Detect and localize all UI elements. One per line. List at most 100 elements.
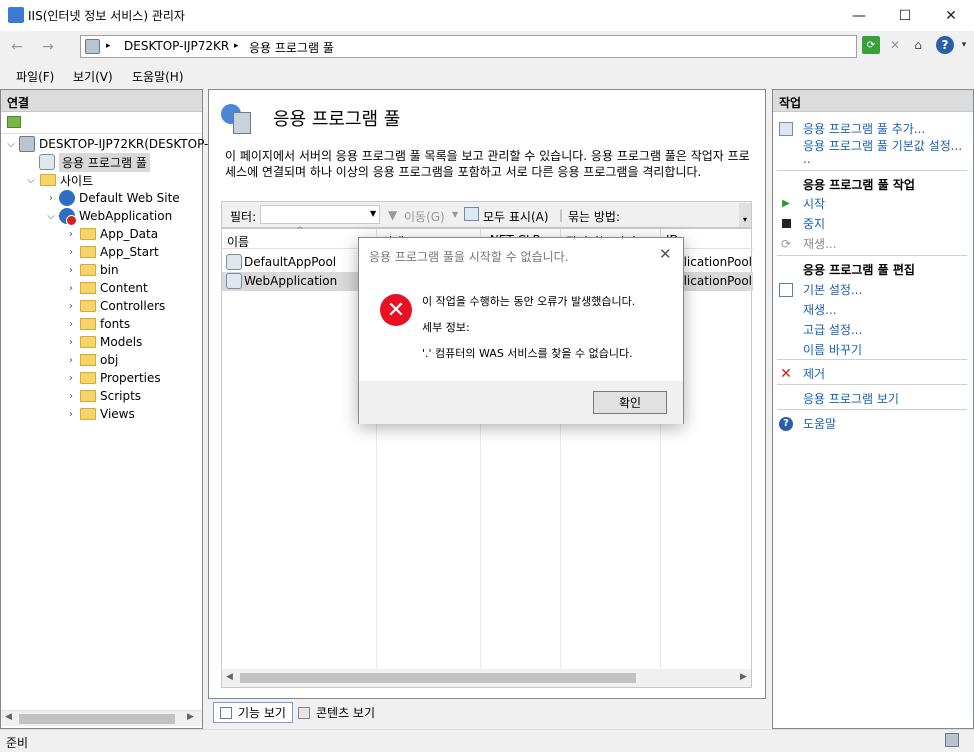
tree-item[interactable]: › App_Start [65,243,159,261]
tree-hscrollbar[interactable]: ◀ ▶ [1,710,202,726]
advanced-settings-action[interactable]: 고급 설정... [803,321,862,338]
globe-error-icon [59,208,77,226]
connect-icon[interactable] [7,116,21,128]
basic-settings-action[interactable]: 기본 설정... [779,281,862,298]
tree-item-label: obj [100,353,119,367]
chevron-down-icon[interactable]: ⌵ [45,211,57,222]
group-by-label[interactable]: 묶는 방법: [568,208,620,225]
forward-button[interactable]: → [37,36,59,58]
close-button[interactable]: ✕ [928,0,974,31]
tree-item-label: 응용 프로그램 풀 [59,152,150,172]
tree-item[interactable]: ⌵ WebApplication [45,207,172,226]
ok-button[interactable]: 확인 [593,391,667,414]
breadcrumb-app-pools[interactable]: 응용 프로그램 풀 [249,39,334,56]
recycle-action[interactable]: ⟳ 재생... [779,235,837,252]
go-button[interactable]: 이동(G) [404,208,445,225]
chevron-right-icon[interactable]: › [45,193,57,204]
toolbar-overflow-icon[interactable]: ▾ [739,203,751,227]
tab-features-label: 기능 보기 [238,706,286,720]
chevron-right-icon[interactable]: › [65,301,77,312]
action-label: 재생... [803,303,837,317]
tree-item[interactable]: 응용 프로그램 풀 [25,152,150,172]
rename-action[interactable]: 이름 바꾸기 [803,341,862,358]
chevron-right-icon[interactable]: › [65,265,77,276]
table-row-selected[interactable]: WebApplication [222,272,377,291]
dialog-close-icon[interactable]: ✕ [659,245,672,263]
scrollbar-thumb[interactable] [240,673,636,683]
tree-item-label: DESKTOP-IJP72KR(DESKTOP- [39,137,209,151]
chevron-down-icon[interactable]: ⌵ [5,139,17,150]
maximize-button[interactable]: ☐ [882,0,928,31]
add-app-pool-action[interactable]: 응용 프로그램 풀 추가... [779,120,925,137]
tree-item[interactable]: › App_Data [65,225,158,243]
chevron-right-icon[interactable]: › [65,355,77,366]
globe-icon [59,190,75,206]
tree-item[interactable]: ⌵ 사이트 [25,171,93,189]
tree-item-label: Content [100,281,148,295]
scroll-left-icon[interactable]: ◀ [5,712,12,722]
stop-icon[interactable]: ✕ [886,36,904,54]
title-bar: IIS(인터넷 정보 서비스) 관리자 — ☐ ✕ [0,0,974,31]
help-icon[interactable]: ? [936,36,954,54]
breadcrumb-server[interactable]: DESKTOP-IJP72KR [124,39,229,53]
scroll-left-icon[interactable]: ◀ [226,672,233,682]
row-identity: ApplicationPool [672,274,752,288]
stop-action[interactable]: 중지 [779,215,825,232]
tree-item[interactable]: › Views [65,405,135,423]
go-dropdown-icon[interactable]: ▼ [452,210,458,219]
chevron-down-icon[interactable]: ▾ [955,36,973,54]
set-defaults-action[interactable]: 응용 프로그램 풀 기본값 설정... [803,137,962,154]
tree-item[interactable]: › Scripts [65,387,141,405]
tree-item-label: bin [100,263,119,277]
scroll-right-icon[interactable]: ▶ [740,672,747,682]
back-button[interactable]: ← [6,36,28,58]
filter-input[interactable]: ▼ [260,205,380,224]
chevron-down-icon[interactable]: ⌵ [25,175,37,186]
tree-item-label: Views [100,407,135,421]
chevron-right-icon[interactable]: › [65,229,77,240]
status-text: 준비 [6,736,29,750]
chevron-right-icon[interactable]: › [65,337,77,348]
refresh-icon[interactable]: ⟳ [862,36,880,54]
chevron-right-icon[interactable]: › [65,283,77,294]
page-description: 이 페이지에서 서버의 응용 프로그램 풀 목록을 보고 관리할 수 있습니다.… [225,149,750,179]
tree-item[interactable]: ⌵ DESKTOP-IJP72KR(DESKTOP- [5,135,208,153]
minimize-button[interactable]: — [836,0,882,31]
chevron-right-icon[interactable]: › [65,391,77,402]
chevron-right-icon[interactable]: › [65,247,77,258]
tree-item[interactable]: › fonts [65,315,130,333]
chevron-right-icon[interactable]: › [65,319,77,330]
menu-help[interactable]: 도움말(H) [132,68,184,85]
scrollbar-thumb[interactable] [19,714,175,724]
remove-action[interactable]: ✕ 제거 [779,365,825,382]
tab-features-view[interactable]: 기능 보기 [213,702,293,723]
connections-panel: 연결 ⌵ DESKTOP-IJP72KR(DESKTOP- 응용 프로그램 풀 ⌵ 사이… [0,89,208,729]
tree-item[interactable]: › Properties [65,369,161,387]
breadcrumb[interactable]: ▸ DESKTOP-IJP72KR ▸ 응용 프로그램 풀 [80,35,857,58]
filter-label: 필터: [230,210,257,224]
menu-file[interactable]: 파일(F) [16,68,54,85]
tab-content-view[interactable]: 콘텐츠 보기 [292,702,381,723]
scroll-right-icon[interactable]: ▶ [187,712,194,722]
tree-item-label: App_Start [100,245,159,259]
chevron-right-icon[interactable]: › [65,373,77,384]
help-action[interactable]: ? 도움말 [779,415,836,432]
start-action[interactable]: ▶ 시작 [779,195,825,212]
chevron-right-icon[interactable]: › [65,409,77,420]
grid-hscrollbar[interactable]: ◀ ▶ [222,669,751,687]
tree-item[interactable]: › obj [65,351,118,369]
tree-item[interactable]: › Controllers [65,297,165,315]
tree-item-label: Properties [100,371,161,385]
folder-icon [80,336,96,348]
view-applications-action[interactable]: 응용 프로그램 보기 [803,390,899,407]
tree-item[interactable]: › Models [65,333,142,351]
home-icon[interactable]: ⌂ [909,36,927,54]
menu-view[interactable]: 보기(V) [73,68,113,85]
window-title: IIS(인터넷 정보 서비스) 관리자 [28,9,185,23]
show-all-button[interactable]: 모두 표시(A) [483,208,549,225]
tree-item[interactable]: › Default Web Site [45,189,180,207]
recycling-action[interactable]: 재생... [803,301,837,318]
tree-item[interactable]: › Content [65,279,148,297]
tree-item-label: 사이트 [60,173,94,188]
tree-item[interactable]: › bin [65,261,119,279]
